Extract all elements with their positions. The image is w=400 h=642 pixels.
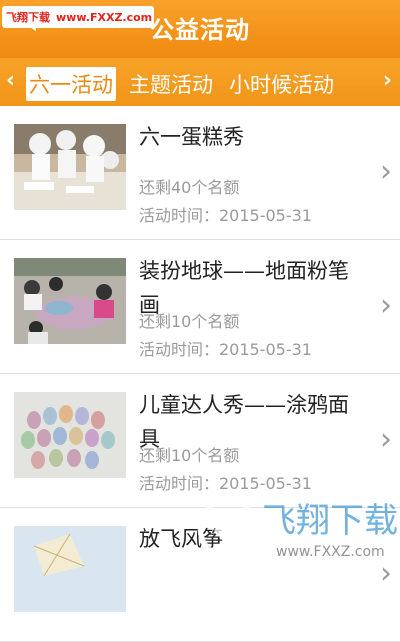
chevron-right-icon: › bbox=[380, 422, 392, 457]
activity-date: 活动时间：2015-05-31 bbox=[139, 340, 312, 359]
watermark-brand: 飞翔下载 bbox=[262, 501, 398, 541]
activity-date: 活动时间：2015-05-31 bbox=[139, 206, 312, 225]
app-header: 飞翔下载 www.FXXZ.com ‹ 公益活动 bbox=[0, 0, 400, 58]
tab-childhood[interactable]: 小时候活动 bbox=[226, 67, 337, 101]
chevron-left-icon[interactable]: ‹ bbox=[6, 68, 15, 93]
list-item[interactable]: 六一蛋糕秀 还剩40个名额 活动时间：2015-05-31 › bbox=[0, 106, 400, 240]
chevron-right-icon: › bbox=[380, 288, 392, 323]
activity-thumbnail bbox=[14, 258, 126, 344]
chevron-right-icon: › bbox=[380, 154, 392, 189]
activity-thumbnail bbox=[14, 392, 126, 478]
chevron-right-icon[interactable]: › bbox=[383, 68, 392, 93]
page-title: 公益活动 bbox=[150, 16, 250, 44]
list-item[interactable]: 装扮地球——地面粉笔画 还剩10个名额 活动时间：2015-05-31 › bbox=[0, 240, 400, 374]
activity-thumbnail bbox=[14, 124, 126, 210]
quota-text: 还剩40个名额 bbox=[139, 178, 240, 197]
watermark-logo: 飞翔下载 www.FXXZ.com bbox=[190, 490, 400, 566]
quota-text: 还剩10个名额 bbox=[139, 446, 240, 465]
activity-thumbnail bbox=[14, 526, 126, 612]
tab-theme[interactable]: 主题活动 bbox=[126, 67, 216, 101]
list-item[interactable]: 儿童达人秀——涂鸦面具 还剩10个名额 活动时间：2015-05-31 › bbox=[0, 374, 400, 508]
tab-bar: ‹ 六一活动 主题活动 小时候活动 › bbox=[0, 58, 400, 106]
watermark-url: www.FXXZ.com bbox=[276, 544, 385, 560]
activity-title: 六一蛋糕秀 bbox=[139, 125, 244, 149]
quota-text: 还剩10个名额 bbox=[139, 312, 240, 331]
tab-liuyi[interactable]: 六一活动 bbox=[26, 67, 116, 101]
tab-list: 六一活动 主题活动 小时候活动 bbox=[26, 67, 347, 101]
